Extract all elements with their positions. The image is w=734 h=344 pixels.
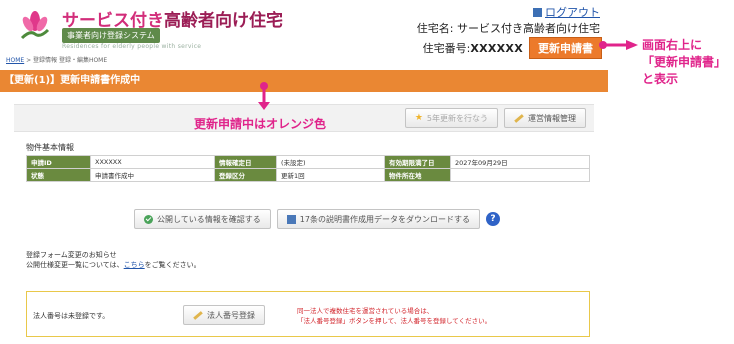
annotation-dot-icon (599, 41, 607, 49)
annotation-renewal-note: 画面右上に 「更新申請書」 と表示 (642, 38, 727, 86)
annotation-dot-icon (260, 82, 268, 90)
annotation-orange-note: 更新申請中はオレンジ色 (194, 117, 327, 131)
down-arrow-head-icon (258, 102, 270, 110)
right-arrow-head-icon (626, 40, 638, 50)
page: サービス付き高齢者向け住宅 事業者向け登録システム Residences for… (0, 0, 734, 344)
annotation-arrows (258, 40, 638, 110)
